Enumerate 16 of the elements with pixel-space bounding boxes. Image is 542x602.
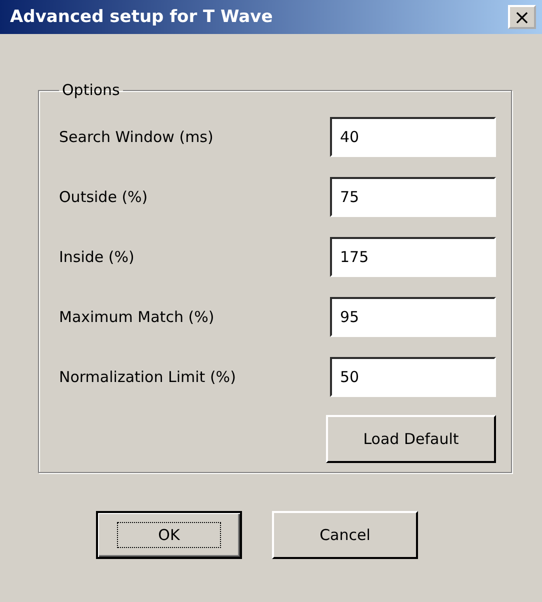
input-field[interactable]: 175	[330, 237, 496, 277]
input-field[interactable]: 40	[330, 117, 496, 157]
dialog-button[interactable]: OK	[96, 511, 242, 559]
group-title: Options	[61, 81, 121, 99]
input-field[interactable]: 75	[330, 177, 496, 217]
close-button[interactable]: ×	[508, 5, 536, 29]
dialog-button[interactable]: Cancel	[272, 511, 418, 559]
field-label: Inside (%)	[59, 248, 134, 266]
field-label: Normalization Limit (%)	[59, 368, 236, 386]
field-label: Search Window (ms)	[59, 128, 214, 146]
field-label: Outside (%)	[59, 188, 148, 206]
window-title: Advanced setup for T Wave	[10, 7, 273, 27]
input-field[interactable]: 50	[330, 357, 496, 397]
load-default-button[interactable]: Load Default	[326, 415, 496, 463]
field-label: Maximum Match (%)	[59, 308, 214, 326]
input-field[interactable]: 95	[330, 297, 496, 337]
